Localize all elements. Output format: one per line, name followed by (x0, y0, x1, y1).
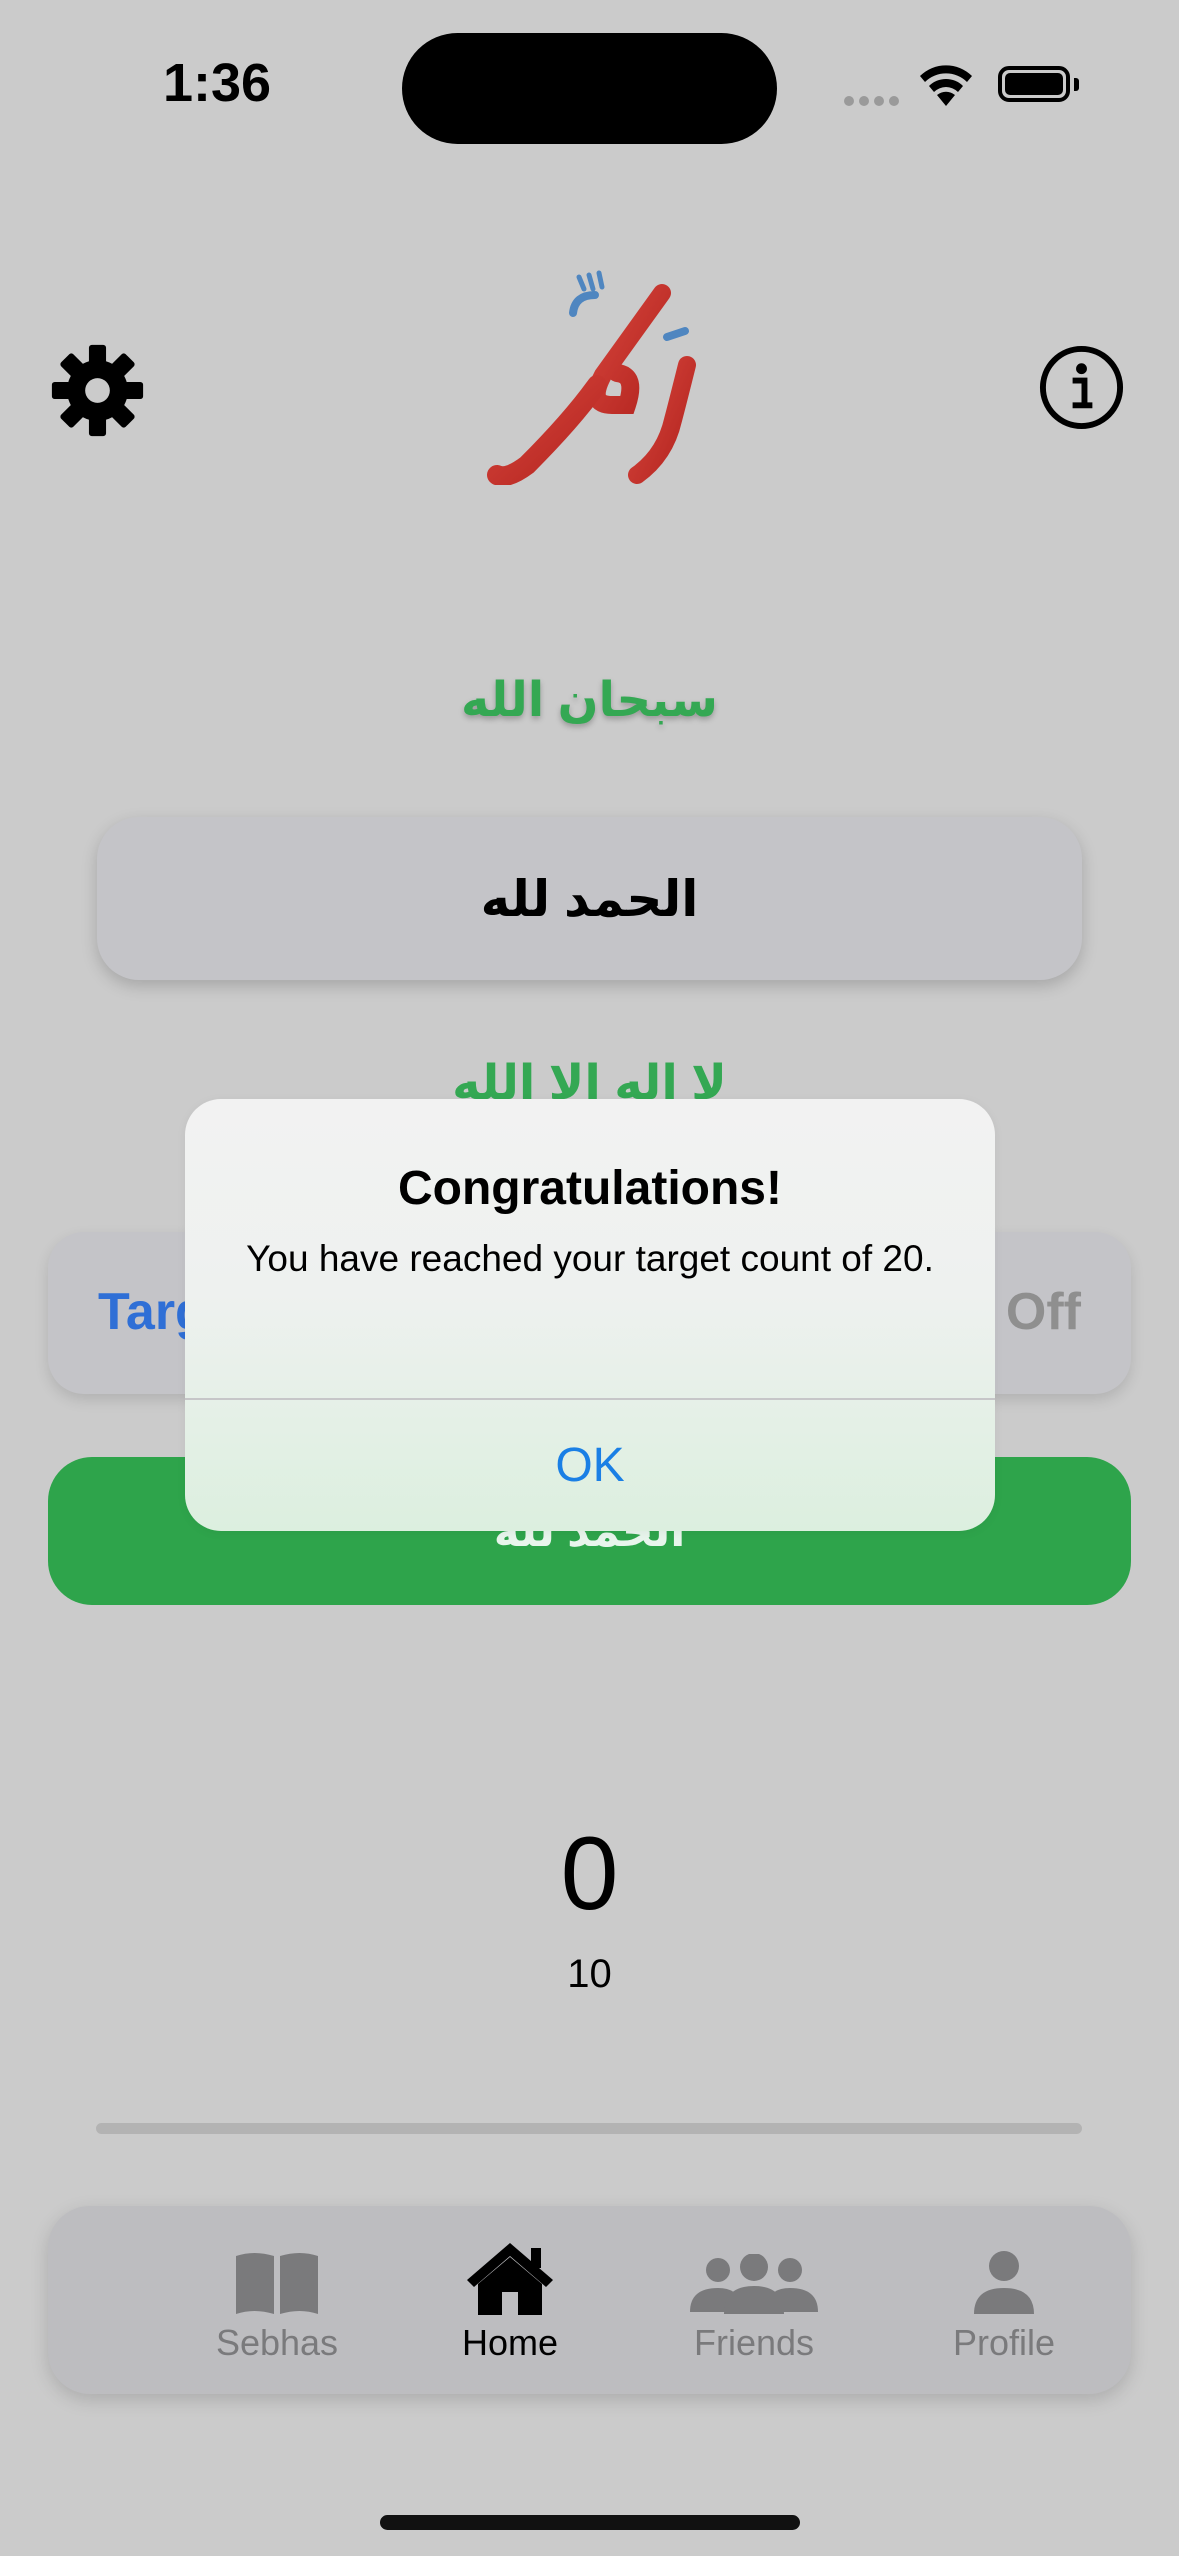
alert-ok-button[interactable]: OK (185, 1400, 995, 1531)
battery-tip (1074, 78, 1079, 91)
tab-friends[interactable]: Friends (644, 2206, 864, 2394)
home-indicator[interactable] (380, 2515, 800, 2530)
count-value: 0 (560, 1816, 619, 1932)
progress-bar (96, 2123, 1082, 2134)
status-time: 1:36 (163, 53, 272, 113)
alert-message: You have reached your target count of 20… (246, 1238, 934, 1279)
congratulations-alert: Congratulations! You have reached your t… (185, 1099, 995, 1531)
tab-label: Sebhas (215, 2322, 339, 2363)
wifi-icon (920, 65, 972, 106)
info-circle-icon[interactable] (1037, 343, 1126, 432)
target-value: 10 (567, 1952, 612, 1996)
people-icon (690, 2254, 818, 2314)
tab-label: Home (461, 2322, 559, 2363)
tab-profile[interactable]: Profile (894, 2206, 1114, 2394)
tab-home[interactable]: Home (400, 2206, 620, 2394)
dhikr-logo-icon (487, 270, 696, 485)
tab-label: Friends (693, 2322, 815, 2363)
target-toggle[interactable]: Off (1006, 1282, 1081, 1342)
tab-label: Profile (952, 2322, 1056, 2363)
house-icon (467, 2243, 553, 2315)
person-icon (974, 2251, 1034, 2314)
dynamic-island (402, 33, 777, 144)
gear-icon[interactable] (50, 343, 145, 438)
battery-icon (998, 66, 1070, 102)
tab-bar: Sebhas Home Friends Profile (48, 2206, 1131, 2394)
dhikr-item-selected[interactable]: الحمد لله (97, 817, 1082, 980)
alert-title: Congratulations! (398, 1162, 782, 1215)
tab-sebhas[interactable]: Sebhas (167, 2206, 387, 2394)
cellular-signal-icon (844, 93, 904, 111)
book-icon (236, 2253, 318, 2314)
dhikr-item-previous[interactable]: سبحان الله (0, 672, 1179, 728)
